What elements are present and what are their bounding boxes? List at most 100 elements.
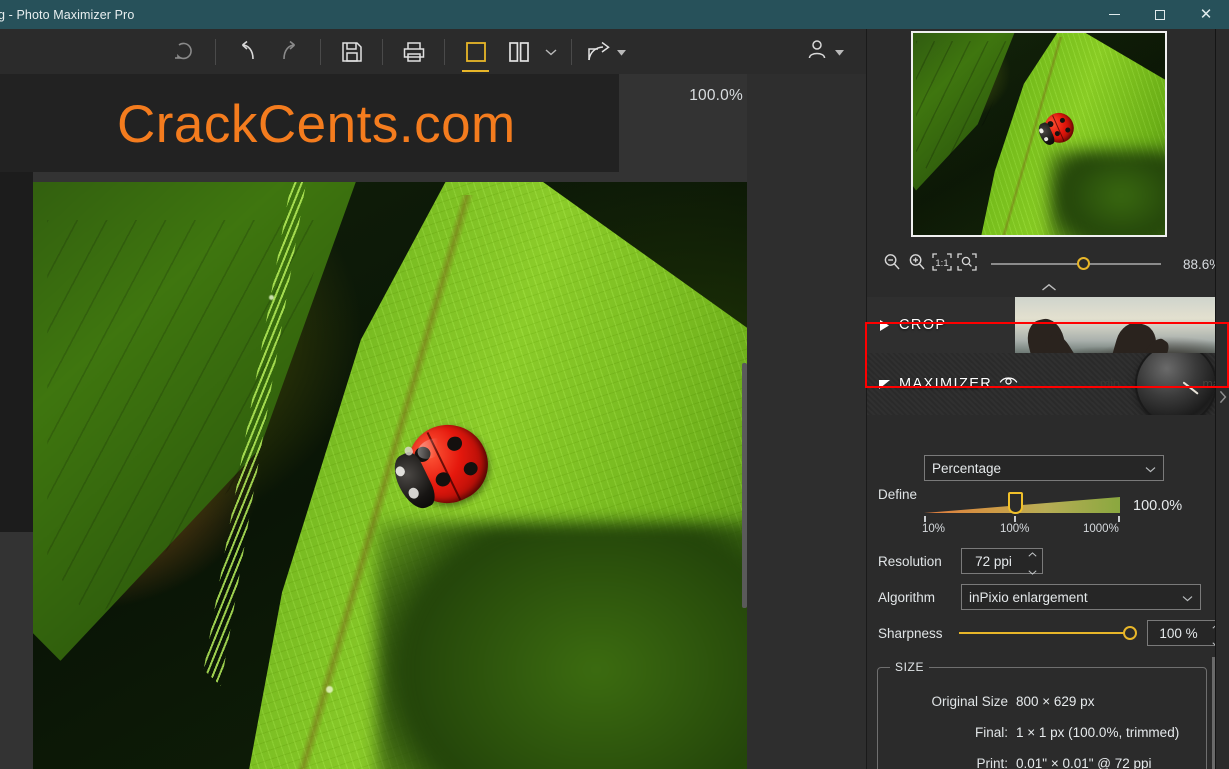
preview-zoom-slider[interactable] (991, 254, 1161, 274)
algorithm-dropdown[interactable]: inPixio enlargement (961, 584, 1201, 610)
sharpness-label: Sharpness (878, 625, 943, 641)
window-title: g - Photo Maximizer Pro (0, 7, 135, 22)
sharpness-slider[interactable] (959, 623, 1141, 643)
app-window: g - Photo Maximizer Pro ✕ 100.0% CrackCe… (0, 0, 1229, 769)
sharpness-value: 100 % (1159, 625, 1198, 641)
main-photo[interactable] (33, 182, 747, 769)
one-to-one-icon: 1:1 (931, 252, 953, 277)
stepper-up-icon[interactable] (1027, 545, 1037, 560)
define-slider[interactable]: 10% 100% 1000% (922, 492, 1120, 539)
actual-size-button[interactable]: 1:1 (929, 251, 954, 277)
window-controls: ✕ (1091, 0, 1229, 29)
algorithm-value: inPixio enlargement (969, 589, 1088, 605)
chevron-down-icon (1145, 461, 1156, 476)
reset-button[interactable] (163, 29, 206, 74)
define-tick-2: 1000% (1083, 523, 1119, 535)
print-button[interactable] (392, 29, 435, 74)
title-bar: g - Photo Maximizer Pro ✕ (0, 0, 1229, 29)
stepper-down-icon[interactable] (1027, 563, 1037, 578)
view-options-button[interactable] (540, 29, 562, 74)
share-dropdown-button[interactable] (617, 43, 626, 61)
crop-expand-icon (877, 319, 891, 331)
save-button[interactable] (330, 29, 373, 74)
close-button[interactable]: ✕ (1183, 0, 1229, 29)
preview-thumbnail[interactable] (911, 31, 1167, 237)
sharpness-row: Sharpness 100 % (878, 620, 1227, 647)
redo-button[interactable] (268, 29, 311, 74)
account-menu[interactable] (806, 38, 866, 65)
account-caret-icon (835, 43, 844, 61)
zoom-slider-handle[interactable] (1077, 257, 1090, 270)
minimize-button[interactable] (1091, 0, 1137, 29)
size-key-original: Original Size (931, 694, 1008, 709)
canvas-zoom-label: 100.0% (689, 87, 743, 104)
canvas-backdrop-left (0, 172, 33, 532)
chevron-down-icon (1182, 590, 1193, 605)
size-row-final: Final: 1 × 1 px (100.0%, trimmed) (888, 725, 1179, 740)
close-icon: ✕ (1199, 5, 1213, 23)
split-view-button[interactable] (497, 29, 540, 74)
undo-button[interactable] (225, 29, 268, 74)
zoom-out-icon (882, 252, 902, 277)
define-ticks (924, 516, 1120, 522)
size-row-original: Original Size 800 × 629 px (888, 694, 1094, 709)
canvas-backdrop-right (747, 74, 866, 769)
zoom-in-icon (907, 252, 927, 277)
mode-row: Percentage (924, 455, 1164, 481)
printer-icon (402, 40, 426, 64)
section-maximizer[interactable]: min max MAXIMIZER (867, 353, 1229, 415)
define-tick-0: 10% (922, 523, 946, 535)
share-icon (586, 41, 612, 63)
toolbar-separator (215, 38, 216, 65)
resolution-value: 72 ppi (975, 553, 1012, 569)
redo-icon (277, 40, 303, 64)
watermark-text: CrackCents.com (117, 95, 516, 154)
preview-zoom-controls: 1:1 88.6% (867, 247, 1229, 281)
single-pane-icon (465, 41, 487, 63)
zoom-slider-track (991, 263, 1161, 265)
define-tick-labels: 10% 100% 1000% (910, 523, 1140, 537)
share-button[interactable] (581, 29, 617, 74)
resolution-stepper[interactable] (1025, 549, 1042, 575)
maximize-icon (1155, 9, 1165, 20)
caret-down-icon (617, 43, 626, 61)
single-view-button[interactable] (454, 29, 497, 74)
sharpness-handle[interactable] (1123, 626, 1137, 640)
resolution-row: Resolution 72 ppi (878, 548, 1043, 575)
fit-magnifier-icon (956, 252, 978, 277)
maximizer-preview-toggle[interactable] (999, 375, 1018, 393)
define-tick-1: 100% (1000, 523, 1030, 535)
sharpness-track (959, 632, 1131, 635)
size-value-original: 800 × 629 px (1016, 694, 1095, 709)
crop-title: CROP (899, 317, 947, 333)
section-crop[interactable]: CROP (867, 297, 1229, 353)
user-icon (806, 38, 828, 65)
maximizer-title: MAXIMIZER (899, 376, 993, 392)
define-value: 100.0% (1133, 498, 1183, 514)
maximizer-collapse-icon (877, 379, 891, 389)
fit-to-window-button[interactable] (954, 251, 979, 277)
maximizer-header[interactable]: MAXIMIZER (867, 353, 1229, 415)
define-slider-handle[interactable] (1008, 492, 1023, 514)
main-toolbar (0, 29, 866, 74)
define-label-row: Define (878, 487, 917, 502)
chevron-down-icon (545, 43, 557, 61)
chevron-up-icon (1041, 279, 1057, 297)
size-key-final: Final: (974, 725, 1008, 740)
svg-text:1:1: 1:1 (935, 258, 948, 269)
panel-expander[interactable] (1215, 29, 1229, 769)
zoom-out-button[interactable] (879, 251, 904, 277)
split-pane-icon (508, 41, 530, 63)
mode-dropdown[interactable]: Percentage (924, 455, 1164, 481)
image-canvas[interactable]: 100.0% CrackCents.com (0, 74, 866, 769)
resolution-spinner[interactable]: 72 ppi (961, 548, 1043, 575)
crop-header[interactable]: CROP (867, 297, 1229, 353)
undo-icon (234, 40, 260, 64)
resolution-label: Resolution (878, 553, 942, 569)
zoom-in-button[interactable] (904, 251, 929, 277)
reset-arrow-icon (172, 40, 198, 64)
size-key-print: Print: (976, 756, 1008, 769)
canvas-vertical-scrollbar[interactable] (742, 363, 747, 608)
maximize-button[interactable] (1137, 0, 1183, 29)
collapse-preview-button[interactable] (867, 279, 1229, 297)
